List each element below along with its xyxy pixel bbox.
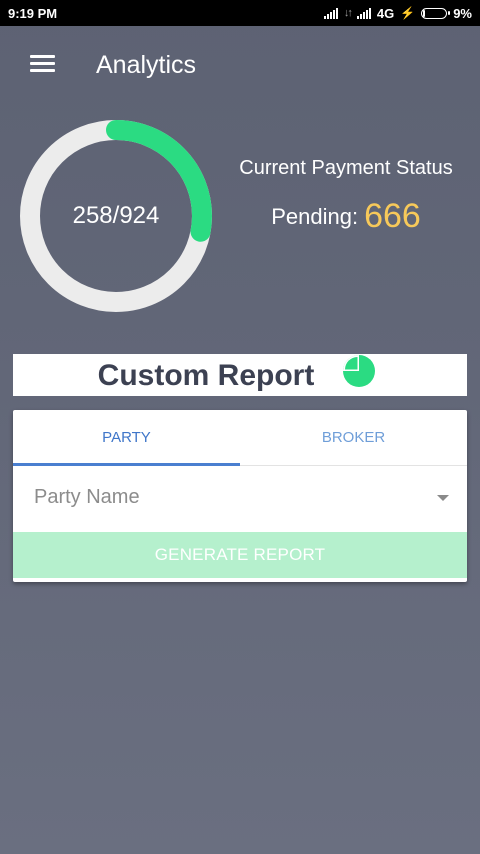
battery-level-fill — [423, 9, 426, 17]
hamburger-menu-icon[interactable] — [30, 55, 55, 73]
party-name-select[interactable]: Party Name — [13, 466, 467, 530]
signal-strength-2-icon — [356, 7, 371, 19]
party-name-placeholder: Party Name — [34, 486, 140, 508]
dropdown-caret-icon — [437, 495, 449, 501]
network-type: 4G — [376, 5, 395, 21]
battery-icon — [421, 7, 451, 19]
pie-chart-icon — [343, 355, 376, 387]
payment-status-panel: Current Payment Status Pending: 666 — [226, 154, 466, 235]
progress-count-label: 258/924 — [72, 202, 160, 229]
status-icons: ↓↑ 4G ⚡ 9% — [323, 4, 472, 22]
status-time: 9:19 PM — [8, 6, 58, 21]
status-bar: 9:19 PM ↓↑ 4G ⚡ 9% — [0, 0, 480, 26]
report-tabs: PARTY BROKER — [13, 410, 467, 466]
tab-broker[interactable]: BROKER — [240, 410, 467, 465]
custom-report-title: Custom Report — [97, 359, 315, 392]
data-transfer-icon: ↓↑ — [343, 7, 353, 19]
payment-status-title: Current Payment Status — [239, 157, 453, 179]
report-form-card: PARTY BROKER Party Name GENERATE REPORT — [13, 410, 467, 582]
page-title: Analytics — [96, 51, 197, 79]
generate-report-button[interactable]: GENERATE REPORT — [13, 532, 467, 578]
pending-label: Pending: — [271, 204, 359, 229]
pending-row: Pending: 666 — [226, 198, 466, 235]
custom-report-header: Custom Report — [13, 354, 467, 396]
battery-percent: 9% — [453, 5, 472, 21]
payment-progress-ring: 258/924 — [18, 118, 214, 314]
charging-bolt-icon: ⚡ — [400, 6, 416, 20]
pending-value: 666 — [364, 197, 421, 235]
signal-strength-icon — [323, 7, 338, 19]
app-bar: Analytics — [0, 26, 480, 104]
tab-party[interactable]: PARTY — [13, 410, 240, 465]
